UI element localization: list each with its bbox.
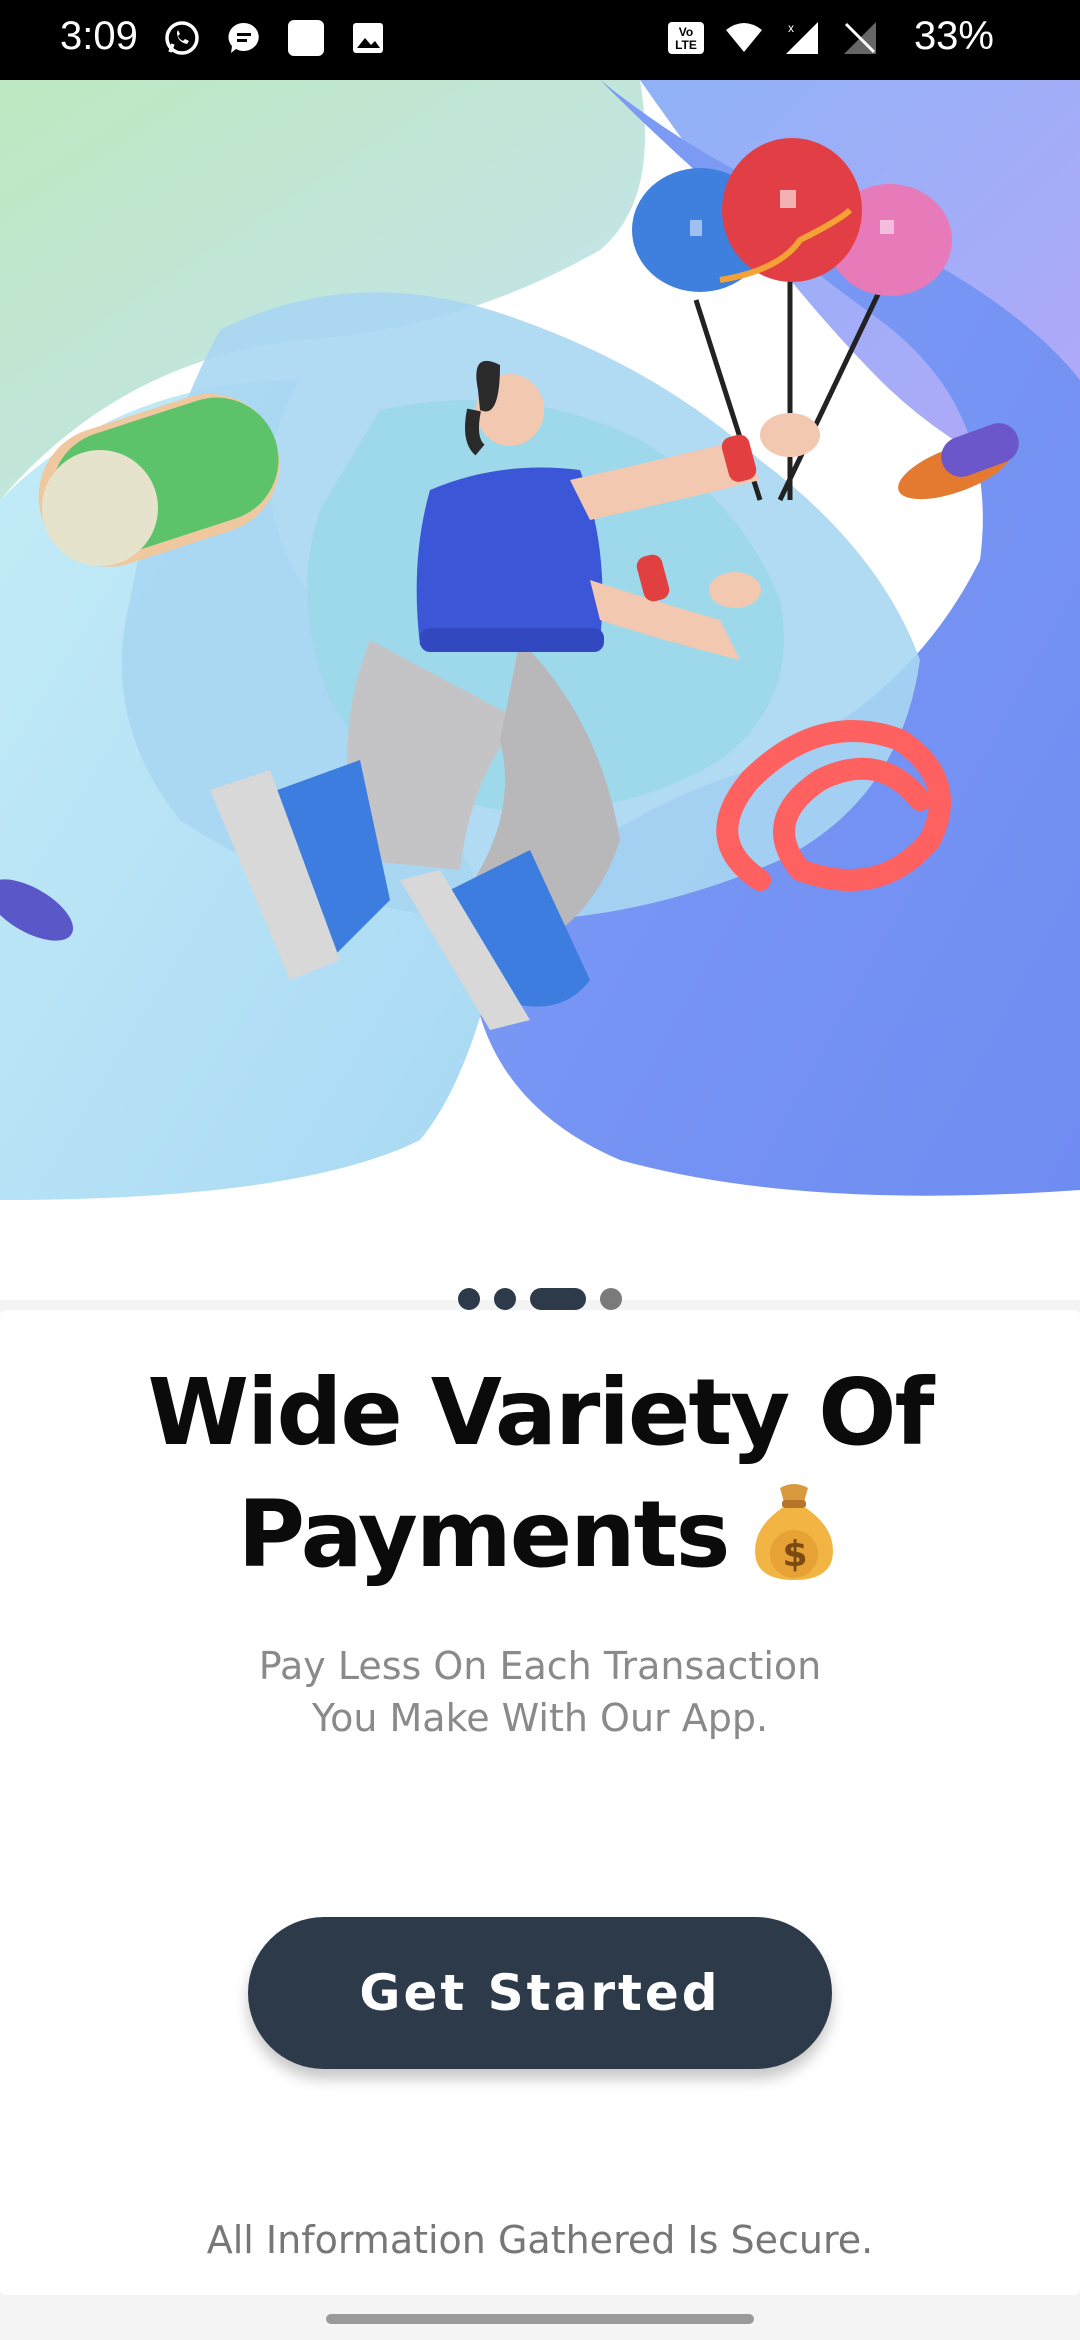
volte-icon: Vo LTE bbox=[668, 22, 704, 54]
title-line-1: Wide Variety Of bbox=[147, 1359, 934, 1466]
whatsapp-icon bbox=[165, 21, 199, 55]
svg-text:$: $ bbox=[783, 1534, 806, 1575]
page-title: Wide Variety Of Payments $ bbox=[0, 1352, 1080, 1596]
page-subtitle: Pay Less On Each Transaction You Make Wi… bbox=[0, 1640, 1080, 1744]
subtitle-line-2: You Make With Our App. bbox=[311, 1696, 769, 1740]
page-dot-3-active[interactable] bbox=[530, 1288, 586, 1310]
gesture-nav-handle[interactable] bbox=[326, 2314, 754, 2324]
hero-illustration bbox=[0, 80, 1080, 1300]
system-icons: Vo LTE x bbox=[666, 18, 880, 58]
subtitle-line-1: Pay Less On Each Transaction bbox=[258, 1644, 822, 1688]
money-bag-icon: $ bbox=[755, 1484, 834, 1580]
svg-text:LTE: LTE bbox=[675, 38, 697, 52]
status-time: 3:09 bbox=[60, 14, 138, 58]
no-sim-icon bbox=[844, 22, 876, 54]
page-dot-4[interactable] bbox=[600, 1288, 622, 1310]
svg-text:Vo: Vo bbox=[679, 25, 693, 39]
signal-icon: x bbox=[786, 21, 818, 54]
page-dot-1[interactable] bbox=[458, 1288, 480, 1310]
person-with-balloons-illustration bbox=[0, 80, 1080, 1300]
status-bar: 3:09 Vo LTE x 33% bbox=[0, 0, 1080, 80]
get-started-button[interactable]: Get Started bbox=[248, 1917, 832, 2069]
page-indicator bbox=[0, 1288, 1080, 1310]
notification-icons bbox=[162, 18, 388, 58]
wifi-icon bbox=[726, 23, 762, 52]
gallery-icon bbox=[353, 23, 383, 53]
battery-level: 33% bbox=[913, 14, 994, 58]
messages-icon bbox=[228, 22, 259, 53]
page-dot-2[interactable] bbox=[494, 1288, 516, 1310]
title-line-2: Payments bbox=[237, 1481, 731, 1588]
svg-text:x: x bbox=[788, 21, 794, 35]
security-note: All Information Gathered Is Secure. bbox=[206, 2218, 874, 2262]
square-icon bbox=[288, 20, 324, 56]
